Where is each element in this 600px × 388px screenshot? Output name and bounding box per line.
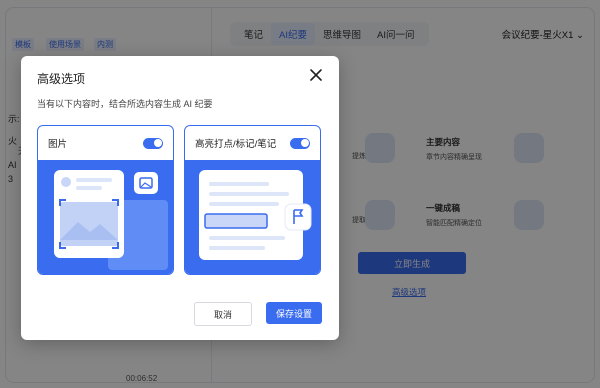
option-card-highlights[interactable]: 高亮打点/标记/笔记 [184,125,321,275]
cancel-button[interactable]: 取消 [194,302,252,326]
images-toggle[interactable] [143,137,163,149]
highlight-illustration-art [199,170,312,260]
close-icon[interactable] [307,66,325,84]
image-illustration-art [54,170,168,270]
highlights-toggle[interactable] [290,137,310,149]
save-settings-button[interactable]: 保存设置 [266,302,322,324]
option-label: 图片 [48,139,68,150]
dialog-description: 当有以下内容时，结合所选内容生成 AI 纪要 [37,99,213,109]
option-header: 图片 [38,126,173,160]
option-label: 高亮打点/标记/笔记 [195,139,277,150]
option-header: 高亮打点/标记/笔记 [185,126,320,160]
option-card-images[interactable]: 图片 [37,125,174,275]
image-illustration [38,160,173,274]
advanced-options-dialog: 高级选项 当有以下内容时，结合所选内容生成 AI 纪要 图片 高亮打点/标记/笔… [21,56,339,340]
highlight-illustration [185,160,320,274]
dialog-title: 高级选项 [37,72,86,86]
